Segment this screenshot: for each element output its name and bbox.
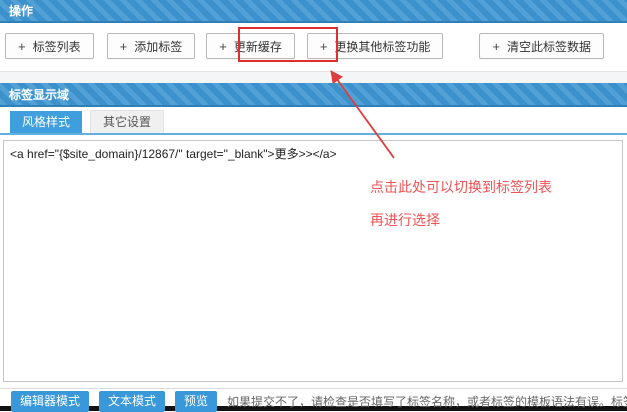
clear-tag-data-button-label: 清空此标签数据 xyxy=(507,38,591,55)
tab-other-settings[interactable]: 其它设置 xyxy=(90,110,164,133)
plus-icon: + xyxy=(120,40,128,53)
tag-list-button[interactable]: + 标签列表 xyxy=(5,33,94,59)
plus-icon: + xyxy=(18,40,26,53)
switch-tag-function-button[interactable]: + 更换其他标签功能 xyxy=(307,33,444,59)
operation-panel-header: 操作 xyxy=(0,0,627,23)
plus-icon: + xyxy=(219,40,227,53)
add-tag-button-label: 添加标签 xyxy=(134,38,182,55)
switch-tag-function-button-label: 更换其他标签功能 xyxy=(334,38,430,55)
text-mode-button[interactable]: 文本模式 xyxy=(99,391,165,412)
tab-style[interactable]: 风格样式 xyxy=(10,111,82,133)
panel-separator xyxy=(0,71,627,83)
editor-mode-button[interactable]: 编辑器模式 xyxy=(11,391,89,412)
add-tag-button[interactable]: + 添加标签 xyxy=(107,33,196,59)
refresh-cache-button-label: 更新缓存 xyxy=(234,38,282,55)
clear-tag-data-button[interactable]: + 清空此标签数据 xyxy=(479,33,604,59)
annotation-line1: 点击此处可以切换到标签列表 xyxy=(370,177,552,197)
footer-toolbar: 编辑器模式 文本模式 预览 如果提交不了，请检查是否填写了标签名称，或者标签的模… xyxy=(11,392,627,411)
operation-panel-title: 操作 xyxy=(9,2,33,19)
preview-button[interactable]: 预览 xyxy=(175,391,217,412)
display-panel-header: 标签显示域 xyxy=(0,83,627,107)
display-panel-title: 标签显示域 xyxy=(9,86,69,103)
footer-divider xyxy=(0,388,627,389)
footer-hint-text: 如果提交不了，请检查是否填写了标签名称，或者标签的模板语法有误。标签模板里不要再… xyxy=(227,393,627,410)
operation-buttons-row: + 标签列表 + 添加标签 + 更新缓存 + 更换其他标签功能 + 清空此标签数… xyxy=(5,33,604,59)
plus-icon: + xyxy=(492,40,500,53)
tag-list-button-label: 标签列表 xyxy=(33,38,81,55)
refresh-cache-button[interactable]: + 更新缓存 xyxy=(206,33,295,59)
display-panel-tabs: 风格样式 其它设置 xyxy=(0,110,627,135)
plus-icon: + xyxy=(320,40,328,53)
annotation-line2: 再进行选择 xyxy=(370,210,440,230)
